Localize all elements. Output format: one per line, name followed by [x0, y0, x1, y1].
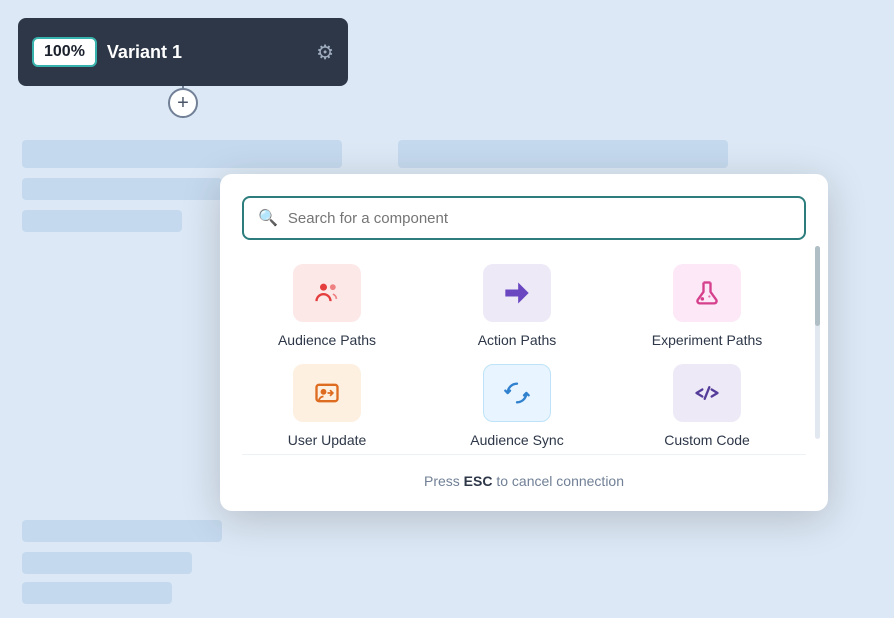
- variant-node: 100% Variant 1 ⚙: [18, 18, 348, 86]
- component-item-user-update[interactable]: User Update: [242, 364, 412, 448]
- footer-hint: Press ESC to cancel connection: [242, 454, 806, 489]
- audience-sync-label: Audience Sync: [470, 432, 563, 448]
- action-paths-icon: [483, 264, 551, 322]
- variant-label: Variant 1: [107, 42, 306, 63]
- component-item-audience-sync[interactable]: Audience Sync: [432, 364, 602, 448]
- user-update-icon: [293, 364, 361, 422]
- footer-text-after: to cancel connection: [492, 473, 624, 489]
- variant-percent-badge: 100%: [32, 37, 97, 67]
- component-item-experiment-paths[interactable]: Experiment Paths: [622, 264, 792, 348]
- canvas-block: [22, 520, 222, 542]
- canvas-block: [22, 552, 192, 574]
- canvas-block: [22, 582, 172, 604]
- custom-code-icon: [673, 364, 741, 422]
- component-picker-panel: 🔍 Audience Paths Action Paths Experiment P…: [220, 174, 828, 511]
- component-item-action-paths[interactable]: Action Paths: [432, 264, 602, 348]
- component-grid: Audience Paths Action Paths Experiment Pat…: [242, 264, 806, 448]
- custom-code-label: Custom Code: [664, 432, 750, 448]
- action-paths-label: Action Paths: [478, 332, 557, 348]
- experiment-paths-label: Experiment Paths: [652, 332, 763, 348]
- audience-paths-icon: [293, 264, 361, 322]
- add-component-button[interactable]: +: [168, 88, 198, 118]
- search-icon: 🔍: [258, 208, 278, 228]
- audience-paths-label: Audience Paths: [278, 332, 376, 348]
- component-item-custom-code[interactable]: Custom Code: [622, 364, 792, 448]
- experiment-paths-icon: [673, 264, 741, 322]
- esc-key: ESC: [464, 473, 493, 489]
- canvas-block: [22, 210, 182, 232]
- search-input[interactable]: [288, 210, 790, 227]
- user-update-label: User Update: [288, 432, 367, 448]
- component-item-audience-paths[interactable]: Audience Paths: [242, 264, 412, 348]
- canvas-block: [22, 178, 222, 200]
- scrollbar[interactable]: [815, 246, 820, 439]
- canvas-block: [22, 140, 342, 168]
- search-box[interactable]: 🔍: [242, 196, 806, 240]
- canvas-block: [398, 140, 728, 168]
- audience-sync-icon: [483, 364, 551, 422]
- gear-icon[interactable]: ⚙: [316, 40, 334, 65]
- scrollbar-thumb: [815, 246, 820, 326]
